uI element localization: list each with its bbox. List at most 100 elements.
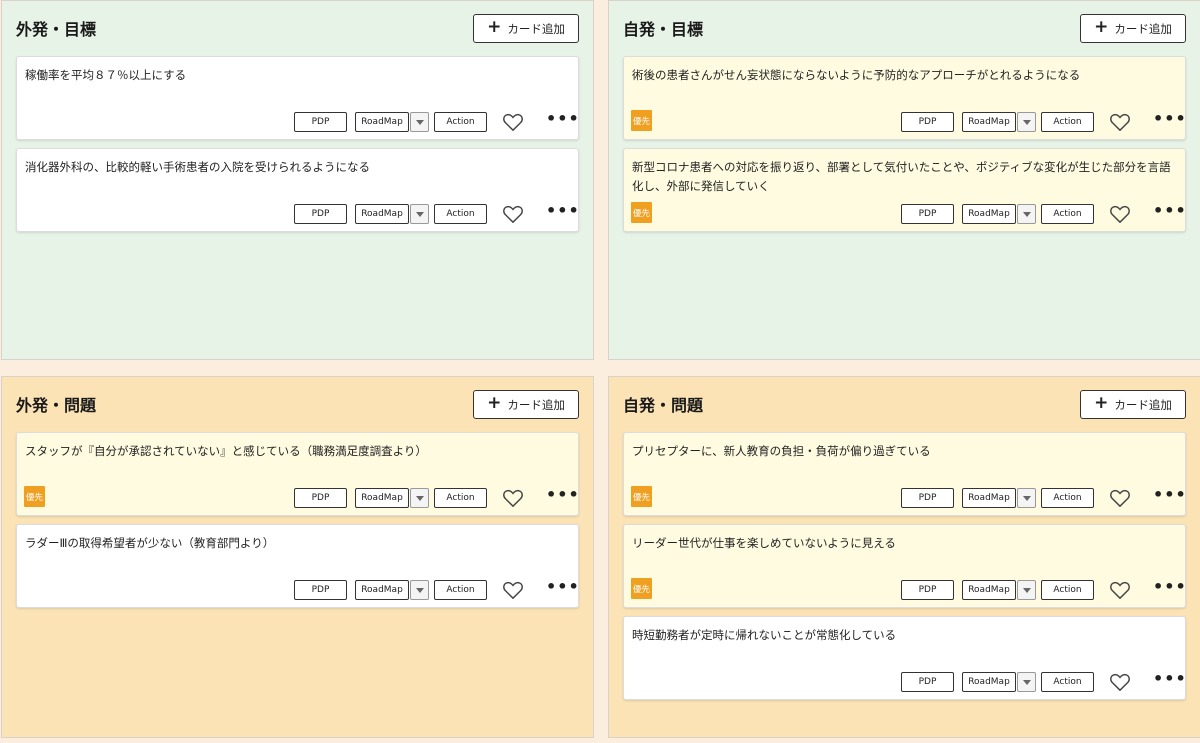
quadrant-internal-issues: 自発・問題 + カード追加 プリセプターに、新人教育の負担・負荷が偏り過ぎている… (608, 376, 1200, 738)
pdp-button[interactable]: PDP (901, 580, 954, 600)
pdp-button[interactable]: PDP (901, 112, 954, 132)
action-button[interactable]: Action (434, 580, 487, 600)
roadmap-dropdown[interactable] (1017, 488, 1036, 508)
card[interactable]: 消化器外科の、比較的軽い手術患者の入院を受けられるようになる PDP RoadM… (16, 148, 579, 232)
card[interactable]: 時短勤務者が定時に帰れないことが常態化している PDP RoadMap Acti… (623, 616, 1186, 700)
card-actions: PDP RoadMap Action ••• (294, 487, 579, 508)
more-icon[interactable]: ••• (1153, 203, 1186, 219)
more-icon[interactable]: ••• (1153, 487, 1186, 503)
heart-icon[interactable] (502, 488, 524, 508)
pdp-button[interactable]: PDP (294, 112, 347, 132)
chevron-down-icon (1022, 587, 1031, 593)
card-actions: PDP RoadMap Action ••• (901, 579, 1186, 600)
add-card-label: カード追加 (1114, 21, 1172, 36)
add-card-button[interactable]: + カード追加 (473, 390, 579, 419)
card[interactable]: ラダーⅢの取得希望者が少ない（教育部門より） PDP RoadMap Actio… (16, 524, 579, 608)
roadmap-button[interactable]: RoadMap (355, 112, 409, 132)
roadmap-dropdown[interactable] (1017, 580, 1036, 600)
pdp-button[interactable]: PDP (294, 580, 347, 600)
card-list: 術後の患者さんがせん妄状態にならないように予防的なアプローチがとれるようになる … (623, 56, 1186, 240)
more-icon[interactable]: ••• (546, 487, 579, 503)
card-text: 消化器外科の、比較的軽い手術患者の入院を受けられるようになる (25, 160, 370, 174)
quadrant-external-issues: 外発・問題 + カード追加 スタッフが『自分が承認されていない』と感じている（職… (1, 376, 594, 738)
card-text: 稼働率を平均８７％以上にする (25, 68, 187, 82)
chevron-down-icon (415, 495, 424, 501)
roadmap-dropdown[interactable] (410, 580, 429, 600)
roadmap-button[interactable]: RoadMap (962, 672, 1016, 692)
heart-icon[interactable] (1109, 488, 1131, 508)
plus-icon: + (487, 393, 502, 413)
quadrant-external-goals: 外発・目標 + カード追加 稼働率を平均８７％以上にする PDP RoadMap… (1, 0, 594, 360)
action-button[interactable]: Action (434, 204, 487, 224)
roadmap-button[interactable]: RoadMap (962, 580, 1016, 600)
quadrant-header: 自発・問題 + カード追加 (609, 377, 1200, 431)
card-text: スタッフが『自分が承認されていない』と感じている（職務満足度調査より） (25, 444, 427, 458)
chevron-down-icon (1022, 679, 1031, 685)
action-button[interactable]: Action (434, 112, 487, 132)
heart-icon[interactable] (1109, 112, 1131, 132)
action-button[interactable]: Action (1041, 112, 1094, 132)
card[interactable]: リーダー世代が仕事を楽しめていないように見える 優先 PDP RoadMap A… (623, 524, 1186, 608)
card-actions: PDP RoadMap Action ••• (901, 203, 1186, 224)
add-card-button[interactable]: + カード追加 (1080, 14, 1186, 43)
more-icon[interactable]: ••• (1153, 579, 1186, 595)
roadmap-button[interactable]: RoadMap (962, 204, 1016, 224)
card-text: リーダー世代が仕事を楽しめていないように見える (632, 536, 896, 550)
plus-icon: + (1094, 393, 1109, 413)
roadmap-dropdown[interactable] (410, 112, 429, 132)
heart-icon[interactable] (502, 204, 524, 224)
card[interactable]: プリセプターに、新人教育の負担・負荷が偏り過ぎている 優先 PDP RoadMa… (623, 432, 1186, 516)
priority-badge: 優先 (631, 202, 652, 223)
pdp-button[interactable]: PDP (901, 672, 954, 692)
roadmap-dropdown[interactable] (410, 204, 429, 224)
card-text: 術後の患者さんがせん妄状態にならないように予防的なアプローチがとれるようになる (632, 68, 1081, 82)
pdp-button[interactable]: PDP (901, 204, 954, 224)
add-card-label: カード追加 (1114, 397, 1172, 412)
action-button[interactable]: Action (1041, 672, 1094, 692)
more-icon[interactable]: ••• (546, 579, 579, 595)
more-icon[interactable]: ••• (546, 111, 579, 127)
roadmap-button[interactable]: RoadMap (962, 112, 1016, 132)
chevron-down-icon (415, 119, 424, 125)
add-card-button[interactable]: + カード追加 (473, 14, 579, 43)
pdp-button[interactable]: PDP (901, 488, 954, 508)
card-actions: PDP RoadMap Action ••• (901, 671, 1186, 692)
card-actions: PDP RoadMap Action ••• (901, 111, 1186, 132)
card[interactable]: スタッフが『自分が承認されていない』と感じている（職務満足度調査より） 優先 P… (16, 432, 579, 516)
roadmap-dropdown[interactable] (1017, 672, 1036, 692)
heart-icon[interactable] (1109, 580, 1131, 600)
plus-icon: + (487, 17, 502, 37)
action-button[interactable]: Action (1041, 204, 1094, 224)
priority-badge: 優先 (631, 578, 652, 599)
heart-icon[interactable] (502, 580, 524, 600)
heart-icon[interactable] (1109, 672, 1131, 692)
action-button[interactable]: Action (1041, 580, 1094, 600)
heart-icon[interactable] (1109, 204, 1131, 224)
pdp-button[interactable]: PDP (294, 204, 347, 224)
action-button[interactable]: Action (434, 488, 487, 508)
roadmap-button[interactable]: RoadMap (355, 580, 409, 600)
more-icon[interactable]: ••• (1153, 111, 1186, 127)
quadrant-internal-goals: 自発・目標 + カード追加 術後の患者さんがせん妄状態にならないように予防的なア… (608, 0, 1200, 360)
card[interactable]: 術後の患者さんがせん妄状態にならないように予防的なアプローチがとれるようになる … (623, 56, 1186, 140)
priority-badge: 優先 (631, 486, 652, 507)
pdp-button[interactable]: PDP (294, 488, 347, 508)
heart-icon[interactable] (502, 112, 524, 132)
card-list: 稼働率を平均８７％以上にする PDP RoadMap Action ••• 消化… (16, 56, 579, 240)
roadmap-button[interactable]: RoadMap (355, 204, 409, 224)
quadrant-title: 自発・目標 (623, 20, 704, 39)
roadmap-dropdown[interactable] (1017, 204, 1036, 224)
add-card-button[interactable]: + カード追加 (1080, 390, 1186, 419)
more-icon[interactable]: ••• (546, 203, 579, 219)
chevron-down-icon (1022, 211, 1031, 217)
roadmap-dropdown[interactable] (410, 488, 429, 508)
card[interactable]: 新型コロナ患者への対応を振り返り、部署として気付いたことや、ポジティブな変化が生… (623, 148, 1186, 232)
card-text: 新型コロナ患者への対応を振り返り、部署として気付いたことや、ポジティブな変化が生… (632, 160, 1171, 193)
action-button[interactable]: Action (1041, 488, 1094, 508)
roadmap-dropdown[interactable] (1017, 112, 1036, 132)
roadmap-button[interactable]: RoadMap (355, 488, 409, 508)
card-actions: PDP RoadMap Action ••• (901, 487, 1186, 508)
card[interactable]: 稼働率を平均８７％以上にする PDP RoadMap Action ••• (16, 56, 579, 140)
more-icon[interactable]: ••• (1153, 671, 1186, 687)
roadmap-button[interactable]: RoadMap (962, 488, 1016, 508)
